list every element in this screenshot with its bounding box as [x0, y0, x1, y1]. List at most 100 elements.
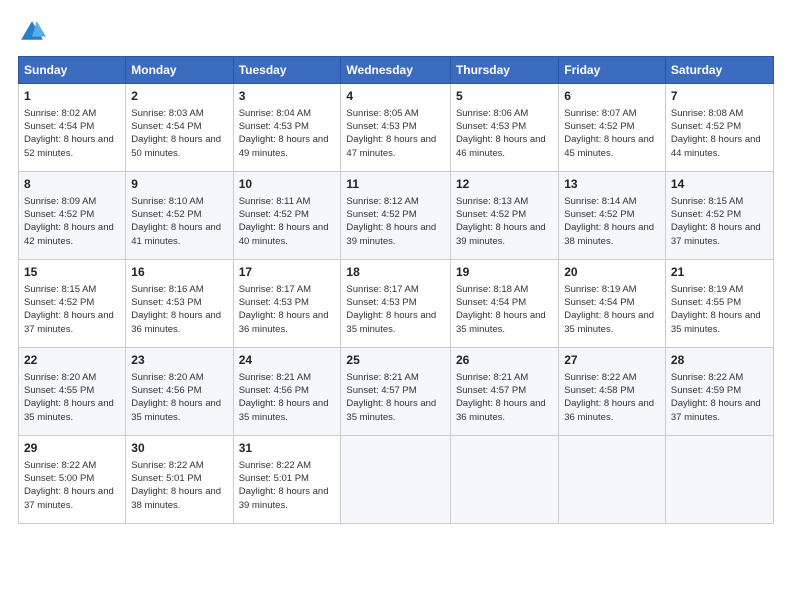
calendar-cell: 21Sunrise: 8:19 AMSunset: 4:55 PMDayligh… [665, 260, 773, 348]
sunset: Sunset: 5:00 PM [24, 473, 94, 484]
daylight-label: Daylight: 8 hours and 36 minutes. [131, 310, 221, 334]
sunset: Sunset: 4:52 PM [671, 209, 741, 220]
calendar-cell: 30Sunrise: 8:22 AMSunset: 5:01 PMDayligh… [126, 436, 233, 524]
sunrise: Sunrise: 8:22 AM [24, 460, 96, 471]
weekday-header: Wednesday [341, 57, 451, 84]
calendar-cell: 6Sunrise: 8:07 AMSunset: 4:52 PMDaylight… [559, 84, 666, 172]
sunset: Sunset: 4:54 PM [24, 121, 94, 132]
day-number: 9 [131, 176, 227, 193]
day-number: 28 [671, 352, 768, 369]
day-number: 29 [24, 440, 120, 457]
calendar-cell: 31Sunrise: 8:22 AMSunset: 5:01 PMDayligh… [233, 436, 341, 524]
daylight-label: Daylight: 8 hours and 47 minutes. [346, 134, 436, 158]
calendar-cell: 27 Sunrise: 8:22 AM Sunset: 4:58 PM Dayligh… [559, 348, 666, 436]
day-number: 16 [131, 264, 227, 281]
day-number: 10 [239, 176, 336, 193]
sunrise: Sunrise: 8:21 AM [239, 372, 311, 383]
sunset: Sunset: 4:54 PM [456, 297, 526, 308]
daylight-label: Daylight: 8 hours and 35 minutes. [671, 310, 761, 334]
calendar-cell: 19Sunrise: 8:18 AMSunset: 4:54 PMDayligh… [450, 260, 558, 348]
calendar-cell [559, 436, 666, 524]
sunset: Sunset: 4:53 PM [456, 121, 526, 132]
top-section [18, 18, 774, 46]
daylight-label: Daylight: 8 hours and 35 minutes. [239, 398, 329, 422]
day-number: 11 [346, 176, 445, 193]
sunrise: Sunrise: 8:16 AM [131, 284, 203, 295]
daylight-label: Daylight: 8 hours and 35 minutes. [456, 310, 546, 334]
calendar-cell: 11Sunrise: 8:12 AMSunset: 4:52 PMDayligh… [341, 172, 451, 260]
day-number: 27 [564, 352, 660, 369]
sunset: Sunset: 4:52 PM [239, 209, 309, 220]
sunset: Sunset: 4:53 PM [239, 297, 309, 308]
weekday-header: Friday [559, 57, 666, 84]
daylight-label: Daylight: 8 hours and 46 minutes. [456, 134, 546, 158]
sunrise: Sunrise: 8:03 AM [131, 108, 203, 119]
weekday-header: Saturday [665, 57, 773, 84]
daylight-label: Daylight: 8 hours and 39 minutes. [346, 222, 436, 246]
daylight-label: Daylight: 8 hours and 37 minutes. [24, 310, 114, 334]
sunset: Sunset: 4:52 PM [346, 209, 416, 220]
daylight-label: Daylight: 8 hours and 45 minutes. [564, 134, 654, 158]
calendar-cell [341, 436, 451, 524]
day-number: 18 [346, 264, 445, 281]
week-row: 22Sunrise: 8:20 AMSunset: 4:55 PMDayligh… [19, 348, 774, 436]
daylight-label: Daylight: 8 hours and 39 minutes. [456, 222, 546, 246]
calendar-cell: 4Sunrise: 8:05 AMSunset: 4:53 PMDaylight… [341, 84, 451, 172]
daylight-label: Daylight: 8 hours and 37 minutes. [671, 398, 761, 422]
calendar-cell: 5Sunrise: 8:06 AMSunset: 4:53 PMDaylight… [450, 84, 558, 172]
sunset: Sunset: 4:54 PM [564, 297, 634, 308]
day-number: 14 [671, 176, 768, 193]
day-number: 23 [131, 352, 227, 369]
sunrise: Sunrise: 8:19 AM [564, 284, 636, 295]
sunset: Sunset: 4:53 PM [131, 297, 201, 308]
daylight-label: Daylight: 8 hours and 50 minutes. [131, 134, 221, 158]
calendar-cell [450, 436, 558, 524]
weekday-header: Tuesday [233, 57, 341, 84]
day-number: 15 [24, 264, 120, 281]
sunset: Sunset: 4:53 PM [239, 121, 309, 132]
sunset: Sunset: 4:56 PM [239, 385, 309, 396]
sunset: Sunset: 4:59 PM [671, 385, 741, 396]
sunset: Sunset: 4:52 PM [564, 209, 634, 220]
calendar-cell: 20Sunrise: 8:19 AMSunset: 4:54 PMDayligh… [559, 260, 666, 348]
daylight-label: Daylight: 8 hours and 36 minutes. [456, 398, 546, 422]
calendar-cell: 25Sunrise: 8:21 AMSunset: 4:57 PMDayligh… [341, 348, 451, 436]
sunrise: Sunrise: 8:02 AM [24, 108, 96, 119]
calendar-cell: 26Sunrise: 8:21 AMSunset: 4:57 PMDayligh… [450, 348, 558, 436]
sunrise: Sunrise: 8:22 AM [564, 372, 636, 383]
calendar-cell: 13Sunrise: 8:14 AMSunset: 4:52 PMDayligh… [559, 172, 666, 260]
sunrise: Sunrise: 8:04 AM [239, 108, 311, 119]
daylight-label: Daylight: 8 hours and 35 minutes. [346, 398, 436, 422]
sunset: Sunset: 5:01 PM [239, 473, 309, 484]
daylight-label: Daylight: 8 hours and 38 minutes. [131, 486, 221, 510]
daylight-label: Daylight: 8 hours and 35 minutes. [24, 398, 114, 422]
sunset: Sunset: 4:52 PM [671, 121, 741, 132]
day-number: 2 [131, 88, 227, 105]
day-number: 8 [24, 176, 120, 193]
sunset: Sunset: 4:58 PM [564, 385, 634, 396]
daylight-label: Daylight: 8 hours and 39 minutes. [239, 486, 329, 510]
calendar-cell: 17Sunrise: 8:17 AMSunset: 4:53 PMDayligh… [233, 260, 341, 348]
week-row: 8Sunrise: 8:09 AMSunset: 4:52 PMDaylight… [19, 172, 774, 260]
week-row: 15Sunrise: 8:15 AMSunset: 4:52 PMDayligh… [19, 260, 774, 348]
calendar-cell: 18Sunrise: 8:17 AMSunset: 4:53 PMDayligh… [341, 260, 451, 348]
daylight-label: Daylight: 8 hours and 37 minutes. [671, 222, 761, 246]
calendar-cell [665, 436, 773, 524]
sunrise: Sunrise: 8:21 AM [346, 372, 418, 383]
calendar-cell: 12Sunrise: 8:13 AMSunset: 4:52 PMDayligh… [450, 172, 558, 260]
daylight-label: Daylight: 8 hours and 35 minutes. [564, 310, 654, 334]
daylight-label: Daylight: 8 hours and 35 minutes. [346, 310, 436, 334]
sunrise: Sunrise: 8:18 AM [456, 284, 528, 295]
calendar-cell: 22Sunrise: 8:20 AMSunset: 4:55 PMDayligh… [19, 348, 126, 436]
calendar-cell: 7Sunrise: 8:08 AMSunset: 4:52 PMDaylight… [665, 84, 773, 172]
day-number: 24 [239, 352, 336, 369]
weekday-header: Thursday [450, 57, 558, 84]
day-number: 26 [456, 352, 553, 369]
sunset: Sunset: 4:55 PM [24, 385, 94, 396]
sunrise: Sunrise: 8:13 AM [456, 196, 528, 207]
daylight-label: Daylight: 8 hours and 36 minutes. [564, 398, 654, 422]
sunrise: Sunrise: 8:10 AM [131, 196, 203, 207]
day-number: 6 [564, 88, 660, 105]
day-number: 17 [239, 264, 336, 281]
sunset: Sunset: 4:52 PM [131, 209, 201, 220]
